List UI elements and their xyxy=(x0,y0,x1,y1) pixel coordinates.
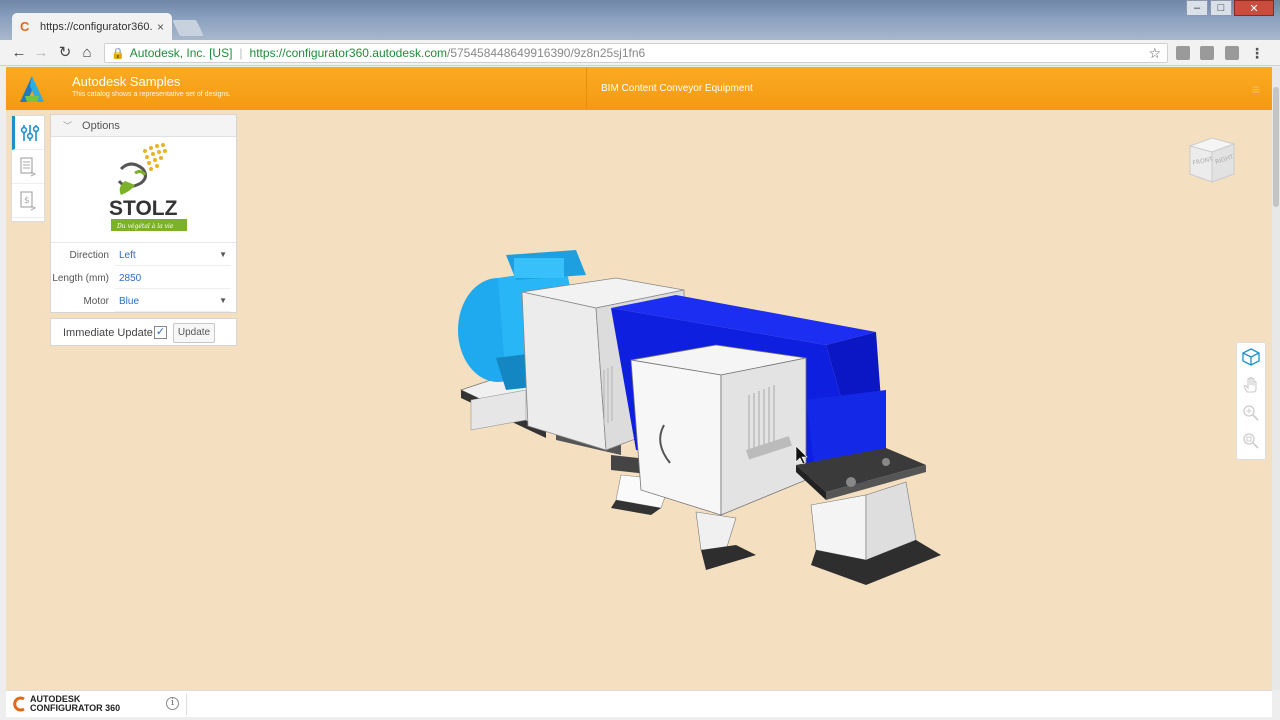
zoom-tool[interactable] xyxy=(1237,399,1265,427)
maximize-icon[interactable]: □ xyxy=(1210,0,1232,16)
secure-label: Autodesk, Inc. [US] xyxy=(129,46,233,60)
extension-icon[interactable] xyxy=(1176,46,1190,60)
bookmark-star-icon[interactable]: ☆ xyxy=(1148,45,1161,62)
update-controls: Immediate Update ✓ Update xyxy=(50,318,237,346)
pan-tool[interactable] xyxy=(1237,371,1265,399)
pricing-tool[interactable]: $ xyxy=(12,184,44,218)
options-panel-header[interactable]: ﹀ Options xyxy=(51,115,236,137)
motor-field: Motor Blue ▼ xyxy=(51,291,236,313)
app-footer: AUTODESK CONFIGURATOR 360 i xyxy=(6,690,1272,717)
sliders-icon xyxy=(20,124,39,141)
dropdown-caret-icon: ▼ xyxy=(219,250,227,259)
stolz-tagline: Du végétal à la vie xyxy=(116,223,174,230)
direction-value: Left xyxy=(119,250,136,261)
viewcube[interactable]: FRONT RIGHT xyxy=(1182,132,1242,192)
browser-tab[interactable]: C https://configurator360.a × xyxy=(12,13,172,40)
reload-icon[interactable]: ↻ xyxy=(56,44,74,62)
direction-field: Direction Left ▼ xyxy=(51,245,236,267)
configurator-favicon-icon: C xyxy=(20,18,30,34)
dropdown-caret-icon: ▼ xyxy=(219,296,227,305)
stolz-logo: STOLZ Du végétal à la vie xyxy=(109,143,187,231)
length-label: Length (mm) xyxy=(52,273,109,284)
tab-close-icon[interactable]: × xyxy=(157,20,164,34)
navigation-bar xyxy=(1236,342,1266,460)
address-url: https://configurator360.autodesk.com/575… xyxy=(250,46,646,60)
configurator-logo-icon xyxy=(13,696,25,712)
pan-hand-icon xyxy=(1243,376,1257,393)
side-toolbar: $ xyxy=(11,115,45,222)
home-icon[interactable]: ⌂ xyxy=(78,44,96,62)
conveyor-drive-model[interactable] xyxy=(446,250,966,590)
extension-icon[interactable] xyxy=(1200,46,1214,60)
options-tool[interactable] xyxy=(12,116,44,150)
footer-brand: AUTODESK CONFIGURATOR 360 xyxy=(30,695,120,713)
motor-select[interactable]: Blue ▼ xyxy=(115,292,231,312)
hamburger-menu-icon[interactable]: ≡ xyxy=(1252,81,1260,97)
price-document-icon: $ xyxy=(20,190,37,210)
3d-viewport[interactable]: $ ﹀ Options STOLZ Du végétal à la vie Di… xyxy=(6,110,1272,690)
window-controls: – □ ✕ xyxy=(1186,0,1274,16)
product-title: BIM Content Conveyor Equipment xyxy=(601,83,753,94)
stolz-wordmark: STOLZ xyxy=(109,197,178,220)
document-icon xyxy=(20,156,37,176)
address-separator: | xyxy=(239,46,243,60)
url-path: /575458448649916390/9z8n25sj1fn6 xyxy=(447,46,646,60)
brand-logo: STOLZ Du végétal à la vie xyxy=(51,137,236,243)
scrollbar-thumb[interactable] xyxy=(1273,87,1279,207)
forward-arrow-icon[interactable]: → xyxy=(32,44,50,62)
length-value: 2850 xyxy=(119,273,142,284)
options-heading: Options xyxy=(82,119,120,132)
immediate-update-checkbox[interactable]: ✓ xyxy=(154,326,167,339)
browser-window: C https://configurator360.a × – □ ✕ ← → … xyxy=(0,0,1280,720)
direction-select[interactable]: Left ▼ xyxy=(115,246,231,266)
direction-label: Direction xyxy=(69,250,109,261)
footer-brand-line2: CONFIGURATOR 360 xyxy=(30,703,121,713)
orbit-tool[interactable] xyxy=(1237,343,1265,371)
header-divider xyxy=(586,67,587,110)
zoom-extents-icon xyxy=(1243,433,1259,449)
minimize-icon[interactable]: – xyxy=(1186,0,1208,16)
catalog-subtitle: This catalog shows a representative set … xyxy=(72,91,231,98)
collapse-chevron-icon[interactable]: ﹀ xyxy=(63,119,72,132)
length-input[interactable]: 2850 xyxy=(115,269,231,289)
autodesk-logo-icon xyxy=(20,76,44,102)
options-panel: ﹀ Options STOLZ Du végétal à la vie Dire… xyxy=(50,114,237,313)
address-bar[interactable]: 🔒 Autodesk, Inc. [US] | https://configur… xyxy=(104,43,1168,63)
browser-titlebar: C https://configurator360.a × – □ ✕ xyxy=(0,0,1280,40)
svg-text:$: $ xyxy=(24,196,30,206)
orbit-cube-icon xyxy=(1242,348,1260,366)
lock-icon: 🔒 xyxy=(111,47,125,60)
app-header: Autodesk Samples This catalog shows a re… xyxy=(6,67,1272,110)
window-close-icon[interactable]: ✕ xyxy=(1234,0,1274,16)
browser-menu-icon[interactable]: ⋮ xyxy=(1250,45,1264,62)
browser-toolbar: ← → ↻ ⌂ 🔒 Autodesk, Inc. [US] | https://… xyxy=(0,40,1280,66)
zoom-extents-tool[interactable] xyxy=(1237,427,1265,455)
info-icon[interactable]: i xyxy=(166,697,179,710)
length-field: Length (mm) 2850 xyxy=(51,268,236,290)
extension-icon[interactable] xyxy=(1225,46,1239,60)
motor-label: Motor xyxy=(83,296,109,307)
tab-title: https://configurator360.a xyxy=(40,20,153,33)
url-host: https://configurator360.autodesk.com xyxy=(249,46,447,60)
page-scrollbar[interactable] xyxy=(1272,67,1280,690)
documents-tool[interactable] xyxy=(12,150,44,184)
catalog-title: Autodesk Samples xyxy=(72,74,181,89)
zoom-in-icon xyxy=(1243,405,1259,421)
footer-divider xyxy=(186,694,187,715)
back-arrow-icon[interactable]: ← xyxy=(10,44,28,62)
new-tab-button[interactable] xyxy=(172,20,204,36)
immediate-update-label: Immediate Update xyxy=(63,327,153,339)
motor-value: Blue xyxy=(119,296,140,307)
update-button[interactable]: Update xyxy=(173,323,215,343)
